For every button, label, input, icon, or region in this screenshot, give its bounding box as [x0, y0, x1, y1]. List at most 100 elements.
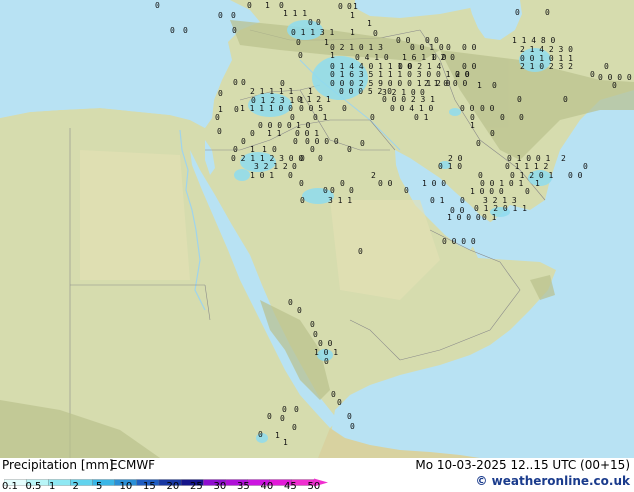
precip-value-label: 1 — [283, 438, 288, 447]
precip-value-label: 2 1 1 1 1 — [250, 87, 294, 96]
precip-value-label: 0 — [460, 196, 465, 205]
precip-value-label: 0 — [446, 43, 451, 52]
precip-value-label: 1 — [470, 121, 475, 130]
precip-value-label: 1 — [350, 11, 355, 20]
precip-value-label: 0 — [342, 104, 347, 113]
precip-value-label: 0 — [288, 298, 293, 307]
precip-value-label: 1 0 0 0 — [447, 213, 481, 222]
precip-value-label: 1 1 1 — [283, 9, 307, 18]
precip-value-label: 0 0 — [568, 171, 583, 180]
precip-value-label: 0 — [525, 187, 530, 196]
precip-value-label: 0 — [215, 113, 220, 122]
precip-value-label: 0 1 — [482, 213, 497, 222]
precip-value-label: 0 — [347, 2, 352, 11]
credit-link[interactable]: © weatheronline.co.uk — [475, 474, 630, 488]
precip-value-label: 0 — [233, 78, 238, 87]
precip-value-label: 0 — [612, 81, 617, 90]
precip-value-label: 0 1 0 — [438, 162, 462, 171]
precip-value-label: 0 — [247, 1, 252, 10]
precip-value-label: 1 — [330, 51, 335, 60]
precip-value-label: 0 — [347, 145, 352, 154]
precip-value-label: 1 — [265, 1, 270, 10]
precip-value-label: 0 — [316, 18, 321, 27]
scale-tick-label: 0.1 — [2, 481, 18, 492]
scale-tick-label: 15 — [143, 481, 156, 492]
scale-tick-label: 25 — [190, 481, 203, 492]
precip-value-label: 0 — [338, 2, 343, 11]
precip-value-label: 1 6 1 1 2 0 — [402, 53, 455, 62]
precip-value-label: 1 — [324, 38, 329, 47]
precip-value-label: 0 — [231, 11, 236, 20]
precip-value-label: 0 — [313, 330, 318, 339]
scale-tick-label: 2 — [72, 481, 79, 492]
precip-value-label: 2 — [561, 154, 566, 163]
precip-value-label: 0 — [298, 51, 303, 60]
precip-value-label: 0 — [292, 162, 297, 171]
precip-value-label: 2 1 0 2 3 2 — [520, 62, 573, 71]
precip-value-label: 0 — [476, 139, 481, 148]
precip-value-label: 0 — [590, 70, 595, 79]
precip-value-label: 2 1 0 0 0 — [424, 79, 468, 88]
precip-value-label: 0 0 0 0 — [442, 237, 476, 246]
valid-time: Mo 10-03-2025 12..15 UTC (00+15) — [415, 458, 630, 472]
precip-value-label: 0 — [296, 38, 301, 47]
precip-value-label: 1 0 1 — [314, 348, 338, 357]
precip-value-label: 0 — [241, 78, 246, 87]
precip-value-label: 0 0 5 — [299, 104, 323, 113]
precip-value-label: 0 — [349, 186, 354, 195]
scale-tick-label: 10 — [119, 481, 133, 492]
precip-value-label: 0 1 1 1 2 — [505, 162, 549, 171]
precip-value-label: 0 — [492, 81, 497, 90]
precip-value-label: 0 1 6 3 5 1 1 1 0 3 0 0 1 2 0 — [330, 70, 470, 79]
scale-tick-label: 20 — [166, 481, 180, 492]
precip-value-label: 0 0 — [460, 104, 475, 113]
precip-value-label: 0 0 — [480, 104, 495, 113]
precip-value-label: 0 — [373, 29, 378, 38]
precip-value-label: 0 0 0 2 3 1 — [382, 95, 435, 104]
precip-value-label: 0 — [297, 306, 302, 315]
precip-value-label: 1 0 1 — [250, 171, 274, 180]
precip-value-label: 1 — [477, 81, 482, 90]
precip-value-label: 0 — [282, 405, 287, 414]
precip-value-label: 0 — [217, 127, 222, 136]
precip-value-label: 0 — [563, 95, 568, 104]
precip-value-label: 3 1 1 — [328, 196, 352, 205]
precip-value-label: 0 — [310, 145, 315, 154]
precip-value-label: 0 0 — [455, 70, 470, 79]
precip-value-label: 0 — [293, 137, 298, 146]
precip-value-label: 0 — [604, 62, 609, 71]
precip-value-label: 0 — [183, 26, 188, 35]
precip-value-label: 0 — [234, 105, 239, 114]
precip-value-label: 0 0 1 0 — [410, 43, 444, 52]
precip-value-label: 3 2 1 2 — [254, 162, 288, 171]
precip-value-label: 1 — [535, 179, 540, 188]
legend-title: Precipitation [mm] — [2, 458, 114, 472]
scale-tick-label: 45 — [284, 481, 297, 492]
precip-value-label: 0 0 — [318, 339, 333, 348]
scale-tick-label: 5 — [96, 481, 103, 492]
precip-value-label: 0 — [170, 26, 175, 35]
precip-value-label: 0 — [517, 95, 522, 104]
precip-value-label: 0 — [323, 186, 328, 195]
precip-value-label: 1 1 4 8 0 — [512, 36, 556, 45]
precip-value-label: 1 — [275, 431, 280, 440]
precip-value-label: 0 — [155, 1, 160, 10]
precip-value-label: 0 — [258, 430, 263, 439]
precip-value-label: 0 — [350, 422, 355, 431]
precip-value-label: 0 — [340, 179, 345, 188]
precip-value-label: 0 — [358, 247, 363, 256]
precip-value-label: 0 — [360, 139, 365, 148]
precip-value-label: 0 — [294, 405, 299, 414]
precip-value-label: 0 — [299, 179, 304, 188]
precip-value-label: 0 — [280, 414, 285, 423]
precip-value-label: 0 — [218, 11, 223, 20]
precip-value-label: 0 0 — [462, 43, 477, 52]
scale-tick-label: 35 — [237, 481, 250, 492]
precip-value-label: 0 — [347, 412, 352, 421]
precip-value-label: 0 0 — [378, 179, 393, 188]
precip-value-label: 0 — [308, 18, 313, 27]
precip-value-label: 0 — [233, 145, 238, 154]
precip-value-label: 0 — [519, 113, 524, 122]
precip-value-label: 1 1 1 1 0 0 — [240, 104, 293, 113]
precip-value-label: 0 0 — [396, 36, 411, 45]
